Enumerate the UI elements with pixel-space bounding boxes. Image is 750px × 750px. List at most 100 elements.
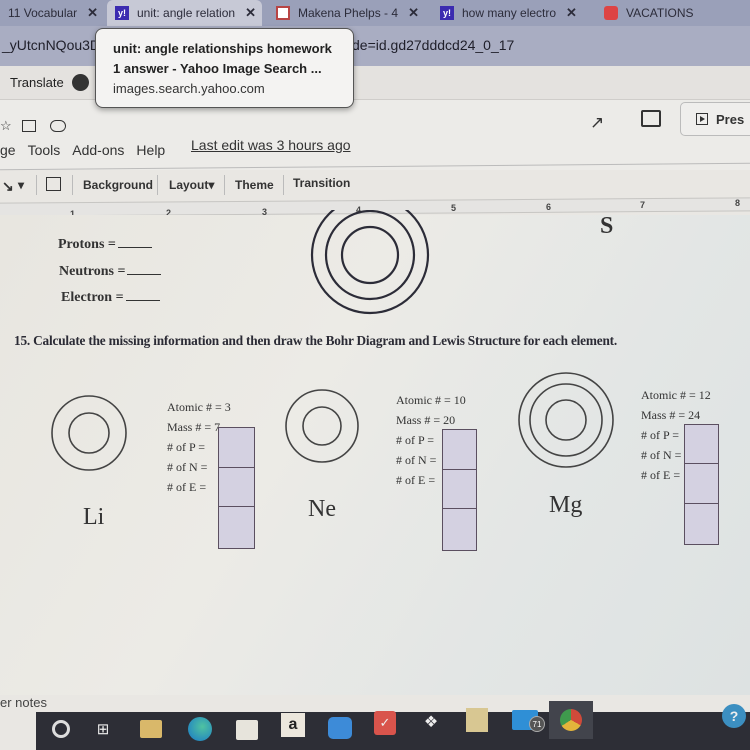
cloud-status-icon[interactable] — [50, 120, 66, 132]
slides-icon — [276, 6, 290, 20]
red-app-icon — [604, 6, 618, 20]
tab-vacations[interactable]: VACATIONS — [596, 0, 750, 26]
bohr-shell — [529, 383, 603, 457]
url-text-left[interactable]: _yUtcnNQou3D — [2, 37, 100, 53]
electron-field: Electron = — [61, 290, 160, 306]
store-icon[interactable] — [236, 720, 258, 740]
line-tool-icon[interactable]: ↘ — [2, 178, 14, 195]
answer-box[interactable] — [219, 468, 254, 508]
tab-how-many-electrons[interactable]: y! how many electro ✕ — [432, 0, 592, 26]
slides-header — [0, 100, 750, 170]
dropbox-icon[interactable]: ❖ — [418, 709, 444, 735]
ne-answer-boxes[interactable] — [442, 429, 477, 551]
ruler-number: 8 — [735, 198, 741, 208]
layout-label: Layout — [169, 178, 209, 192]
close-icon[interactable]: ✕ — [566, 5, 577, 21]
file-explorer-icon[interactable] — [140, 720, 162, 738]
close-icon[interactable]: ✕ — [245, 5, 256, 21]
bohr-shell — [310, 210, 430, 315]
tab-title: unit: angle relation — [137, 6, 236, 20]
globe-icon[interactable] — [72, 74, 89, 91]
layout-button[interactable]: Layout▾ — [169, 178, 214, 192]
element-symbol-ne: Ne — [308, 496, 336, 522]
bookmark-translate[interactable]: Translate — [10, 75, 64, 90]
answer-blank — [127, 274, 162, 275]
bohr-shell — [68, 412, 110, 454]
ne-bohr-diagram — [285, 389, 359, 463]
atomic-number: Atomic # = 12 — [641, 388, 711, 402]
transition-button[interactable]: Transition — [293, 176, 350, 190]
help-icon[interactable]: ? — [722, 704, 746, 728]
neutrons-field: Neutrons = — [59, 264, 162, 280]
tab-makena-phelps[interactable]: Makena Phelps - 4 ✕ — [268, 0, 428, 26]
amazon-icon[interactable]: a — [281, 713, 305, 737]
yahoo-icon: y! — [440, 6, 454, 20]
tab-title: Makena Phelps - 4 — [298, 6, 399, 20]
answer-blank — [125, 300, 160, 301]
tab-title: how many electro — [462, 6, 557, 20]
add-comment-icon[interactable] — [46, 177, 61, 191]
neutrons-label: Neutrons = — [59, 264, 126, 279]
question-15-instruction: 15. Calculate the missing information an… — [14, 333, 617, 348]
last-edit-link[interactable]: Last edit was 3 hours ago — [191, 137, 351, 153]
menu-help[interactable]: Help — [136, 142, 165, 158]
menu-add-ons[interactable]: Add-ons — [72, 142, 124, 158]
bohr-shell — [324, 210, 416, 301]
task-view-icon[interactable]: ⊞ — [90, 716, 116, 742]
mg-answer-boxes[interactable] — [684, 424, 719, 545]
edge-icon[interactable] — [188, 717, 212, 741]
tooltip-domain: images.search.yahoo.com — [113, 81, 265, 96]
speaker-notes[interactable]: er notes — [0, 695, 47, 710]
vivaldi-icon[interactable]: ✓ — [374, 711, 396, 735]
answer-box[interactable] — [219, 507, 254, 547]
answer-box[interactable] — [219, 428, 254, 468]
url-text-right[interactable]: de=id.gd27dddcd24_0_17 — [352, 37, 514, 53]
bohr-shell — [51, 395, 127, 471]
zoom-icon[interactable] — [328, 717, 352, 739]
electron-label: Electron = — [61, 290, 124, 305]
star-icon[interactable]: ☆ — [0, 118, 12, 134]
answer-box[interactable] — [443, 509, 476, 549]
element-symbol-mg: Mg — [549, 492, 583, 518]
answer-box[interactable] — [685, 464, 718, 504]
present-button[interactable]: Pres — [680, 102, 750, 136]
answer-box[interactable] — [685, 504, 718, 543]
activity-trend-icon[interactable]: ↗ — [590, 113, 604, 133]
tab-hover-tooltip: unit: angle relationships homework 1 ans… — [95, 28, 354, 108]
menu-tools[interactable]: Tools — [28, 142, 61, 158]
ruler-number: 7 — [640, 200, 646, 210]
move-to-folder-icon[interactable] — [22, 120, 36, 132]
ruler-number: 5 — [451, 203, 457, 213]
bohr-shell — [285, 389, 359, 463]
atomic-number: Atomic # = 3 — [167, 400, 231, 414]
ruler-number: 6 — [546, 202, 552, 212]
li-answer-boxes[interactable] — [218, 427, 255, 549]
tab-title: VACATIONS — [626, 6, 694, 20]
background-button[interactable]: Background — [83, 178, 153, 192]
mass-number: Mass # = 24 — [641, 408, 701, 422]
close-icon[interactable]: ✕ — [87, 5, 98, 21]
chevron-down-icon[interactable]: ▾ — [18, 178, 24, 192]
bohr-shell — [545, 399, 587, 441]
chrome-icon[interactable] — [560, 709, 582, 731]
answer-box[interactable] — [685, 425, 718, 465]
close-icon[interactable]: ✕ — [408, 5, 419, 21]
toolbar-separator — [224, 175, 225, 195]
theme-button[interactable]: Theme — [235, 178, 274, 192]
cortana-icon[interactable] — [52, 720, 70, 738]
tab-vocabulary[interactable]: 11 Vocabular ✕ — [0, 0, 105, 26]
atomic-number: Atomic # = 10 — [396, 393, 466, 407]
bohr-shell — [518, 372, 614, 468]
li-bohr-diagram — [51, 395, 127, 471]
tab-angle-relationships[interactable]: y! unit: angle relation ✕ — [107, 0, 262, 26]
app-icon[interactable] — [466, 708, 488, 732]
menu-arrange[interactable]: ge — [0, 142, 16, 158]
protons-label: Protons = — [58, 237, 116, 252]
answer-box[interactable] — [443, 470, 476, 510]
element-symbol-li: Li — [83, 504, 105, 530]
play-icon — [696, 113, 708, 125]
element-symbol-s: S — [600, 213, 614, 239]
comments-icon[interactable] — [641, 110, 661, 127]
sulfur-bohr-diagram — [310, 210, 430, 315]
answer-box[interactable] — [443, 430, 476, 470]
